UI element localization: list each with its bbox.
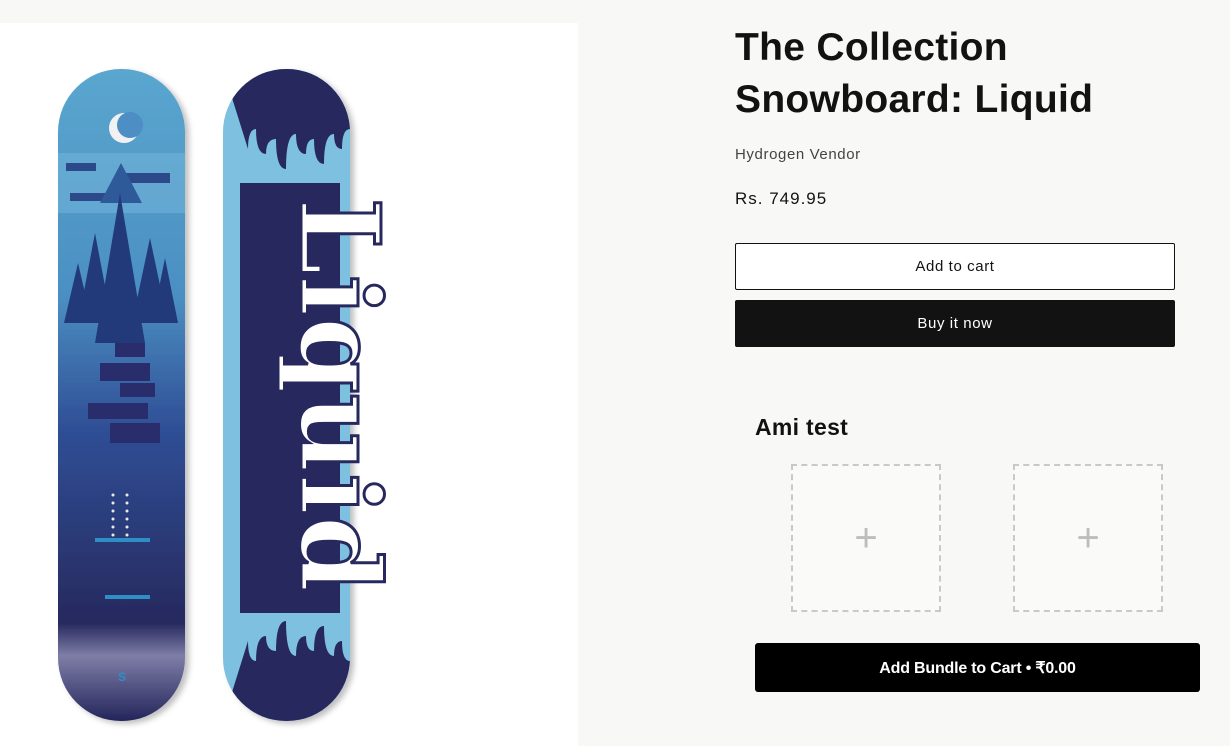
- board-graphic-text: Liquid: [275, 198, 404, 593]
- bundle-slot-1[interactable]: +: [791, 464, 941, 612]
- buy-now-button[interactable]: Buy it now: [735, 300, 1175, 347]
- add-bundle-to-cart-button[interactable]: Add Bundle to Cart • ₹0.00: [755, 643, 1200, 692]
- add-to-cart-button[interactable]: Add to cart: [735, 243, 1175, 290]
- bundle-slot-2[interactable]: +: [1013, 464, 1163, 612]
- plus-icon: +: [1076, 516, 1100, 560]
- product-price: Rs. 749.95: [735, 189, 828, 208]
- product-title: The Collection Snowboard: Liquid: [735, 26, 1094, 121]
- plus-icon: +: [854, 516, 878, 560]
- snowboard-image[interactable]: S Liquid: [0, 23, 578, 746]
- product-media: S Liquid: [0, 23, 578, 746]
- bundle-title: Ami test: [755, 414, 849, 440]
- logo-letter: S: [118, 670, 126, 684]
- product-vendor: Hydrogen Vendor: [735, 146, 861, 163]
